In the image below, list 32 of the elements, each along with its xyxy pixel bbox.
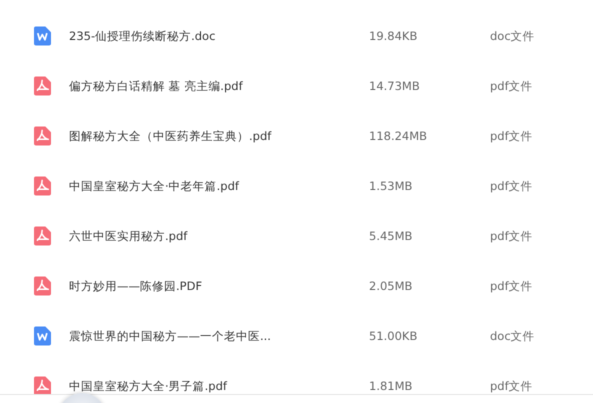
file-name[interactable]: 时方妙用——陈修园.PDF [69,278,202,294]
file-size: 5.45MB [369,229,414,243]
pdf-document-icon [34,126,51,146]
file-size: 19.84KB [369,29,418,43]
file-type: pdf文件 [490,78,534,94]
file-type: pdf文件 [490,378,534,394]
file-size: 118.24MB [369,129,428,143]
file-name[interactable]: 中国皇室秘方大全·中老年篇.pdf [69,178,239,194]
file-name[interactable]: 震惊世界的中国秘方——一个老中医... [69,328,271,344]
file-type: pdf文件 [490,278,534,294]
file-type: doc文件 [490,28,536,44]
file-type: pdf文件 [490,228,534,244]
file-size: 14.73MB [369,79,421,93]
file-name[interactable]: 235-仙授理伤续断秘方.doc [69,28,216,44]
pdf-document-icon [34,226,51,246]
pdf-document-icon [34,376,51,394]
file-type: pdf文件 [490,178,534,194]
word-document-icon [34,326,51,346]
file-type: pdf文件 [490,128,534,144]
file-name[interactable]: 六世中医实用秘方.pdf [69,228,188,244]
pdf-document-icon [34,276,51,296]
file-size: 51.00KB [369,329,418,343]
pdf-document-icon [34,76,51,96]
file-size: 1.53MB [369,179,414,193]
file-size: 2.05MB [369,279,414,293]
word-document-icon [34,26,51,46]
file-name[interactable]: 偏方秘方白话精解 墓 亮主编.pdf [69,78,243,94]
file-size: 1.81MB [369,379,414,393]
file-name[interactable]: 中国皇室秘方大全·男子篇.pdf [69,378,227,394]
file-name[interactable]: 图解秘方大全（中医药养生宝典）.pdf [69,128,272,144]
file-type: doc文件 [490,328,536,344]
pdf-document-icon [34,176,51,196]
